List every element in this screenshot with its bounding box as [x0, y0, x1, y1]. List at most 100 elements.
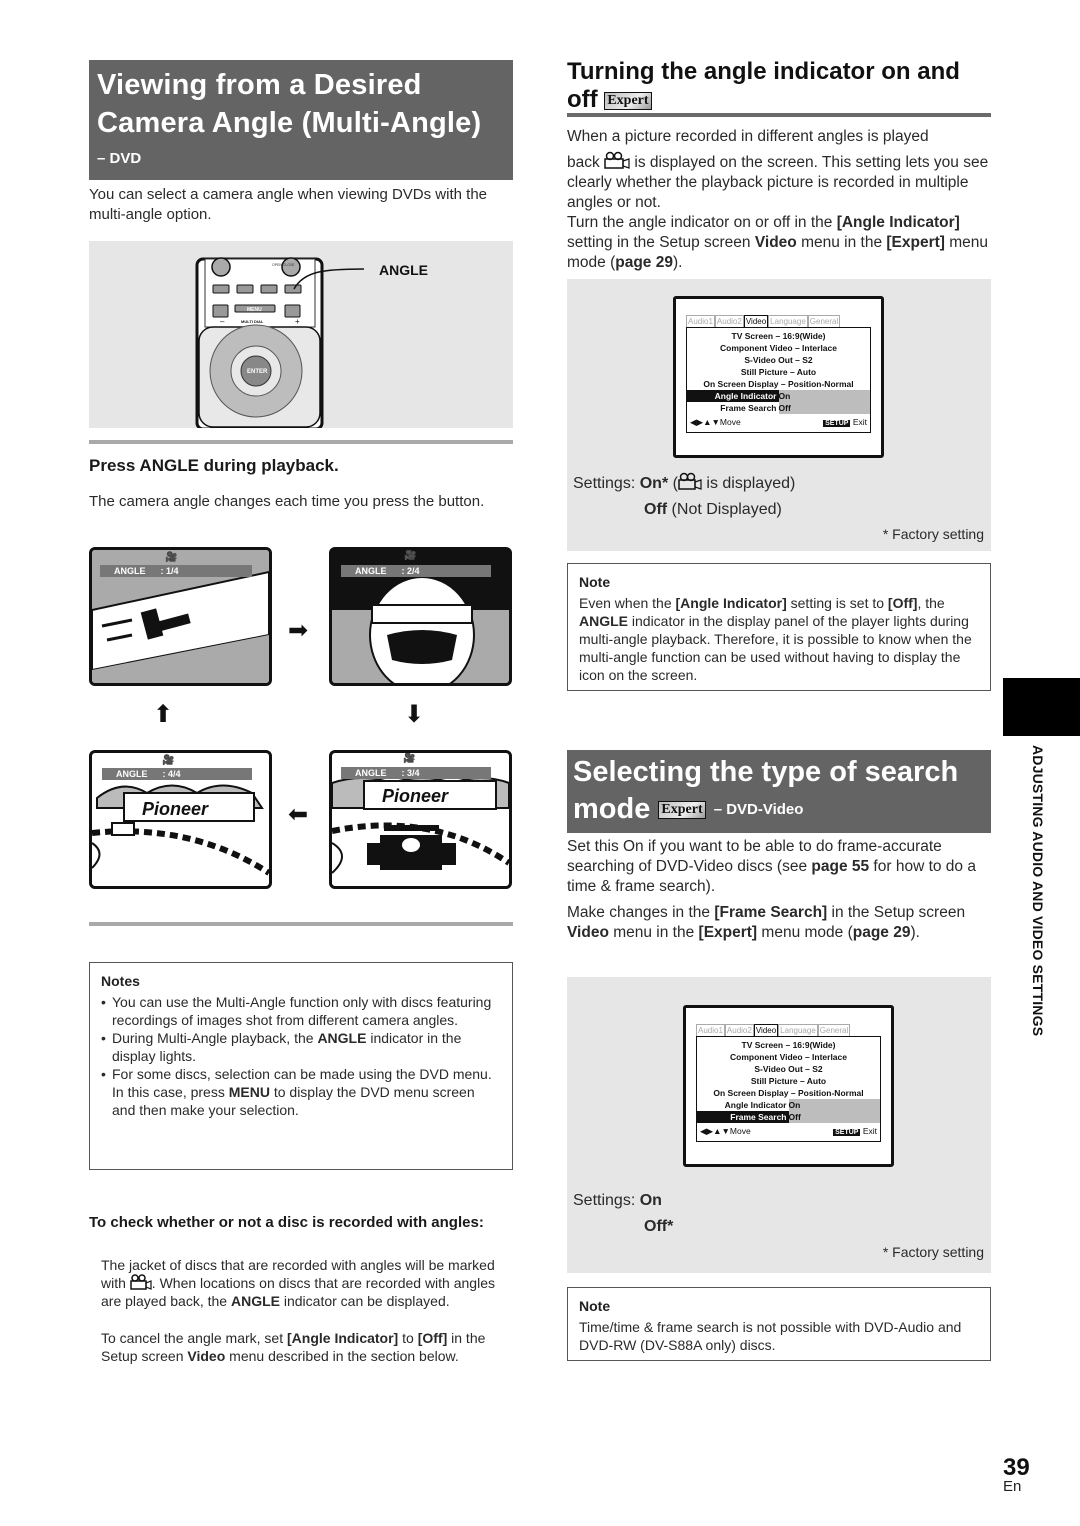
- osd-label: ANGLE: [114, 566, 146, 576]
- menu-row: TV Screen – 16:9(Wide): [731, 331, 826, 341]
- arrow-keys-icon: ◀▶▲▼: [690, 417, 720, 427]
- camera-angle-icon: [604, 151, 630, 169]
- setup-menu-screen: Audio1 Audio2 Video Language General TV …: [683, 1005, 894, 1167]
- expert-badge: Expert: [658, 801, 706, 819]
- svg-text:+: +: [295, 317, 300, 326]
- angle-indicator-intro: When a picture recorded in different ang…: [567, 128, 989, 271]
- title-line-1: Turning the angle indicator on and: [567, 58, 960, 85]
- arrow-keys-icon: ◀▶▲▼: [700, 1126, 730, 1136]
- setup-button: [212, 304, 229, 318]
- menu-row-frame-search: Frame Search Off: [687, 402, 870, 414]
- check-heading: To check whether or not a disc is record…: [89, 1214, 484, 1231]
- menu-row: Still Picture – Auto: [750, 1076, 827, 1086]
- setup-key-icon: SETUP: [823, 420, 851, 427]
- osd-bar: ANGLE : 3/4: [341, 767, 491, 779]
- title-line-1: Viewing from a Desired: [97, 69, 422, 101]
- osd-value: : 4/4: [162, 769, 181, 779]
- notes-box: Notes • You can use the Multi-Angle funct…: [89, 962, 513, 1170]
- osd-label: ANGLE: [116, 769, 148, 779]
- divider: [89, 440, 513, 444]
- display-button: [212, 284, 230, 294]
- svg-text:MULTI DIAL: MULTI DIAL: [241, 319, 264, 324]
- camera-angle-icon: [130, 1274, 152, 1290]
- section-title-angle-indicator: Turning the angle indicator on and off E…: [567, 58, 991, 114]
- tab-general: General: [817, 1024, 851, 1036]
- arrow-right-icon: ➡: [288, 617, 309, 644]
- tab-audio2: Audio2: [724, 1024, 754, 1036]
- setup-tabs: Audio1 Audio2 Video Language General: [686, 315, 871, 327]
- tab-language: Language: [778, 1024, 818, 1036]
- arrow-left-icon: ⬅: [288, 801, 309, 828]
- notes-heading: Notes: [101, 973, 140, 989]
- title-suffix-dvd-video: – DVD-Video: [713, 801, 804, 818]
- setup-tabs: Audio1 Audio2 Video Language General: [696, 1024, 881, 1036]
- svg-text:–: –: [220, 317, 225, 326]
- menu-row: On Screen Display – Position-Normal: [703, 379, 854, 389]
- open-close-label: OPEN/CLOSE: [272, 263, 295, 267]
- menu-row: On Screen Display – Position-Normal: [713, 1088, 864, 1098]
- angle-indicator-settings-panel: Audio1 Audio2 Video Language General TV …: [567, 279, 991, 551]
- tab-audio1: Audio1: [686, 315, 715, 327]
- pioneer-logo: Pioneer: [142, 799, 209, 819]
- camera-angle-icon: [678, 472, 702, 490]
- angle-callout-label: ANGLE: [379, 262, 428, 278]
- osd-bar: ANGLE : 2/4: [341, 565, 491, 577]
- search-mode-note: Note Time/time & frame search is not pos…: [567, 1287, 991, 1361]
- camera-angle-icon: 🎥: [404, 550, 417, 561]
- menu-row: TV Screen – 16:9(Wide): [741, 1040, 836, 1050]
- angle-screen-2: 🎥 ANGLE : 2/4: [329, 547, 512, 686]
- page-language: En: [1003, 1478, 1022, 1495]
- arrow-down-icon: ⬇: [404, 701, 425, 728]
- chapter-title-vertical: ADJUSTING AUDIO AND VIDEO SETTINGS: [1030, 745, 1046, 1037]
- tab-audio1: Audio1: [696, 1024, 725, 1036]
- menu-row: Component Video – Interlace: [720, 343, 837, 353]
- camera-angle-icon: 🎥: [162, 755, 175, 766]
- menu-row-frame-search: Frame Search Off: [697, 1111, 880, 1123]
- step-text: The camera angle changes each time you p…: [89, 493, 485, 510]
- note-text: Even when the [Angle Indicator] setting …: [579, 595, 972, 683]
- svg-text:ENTER: ENTER: [247, 369, 268, 375]
- menu-row-angle-indicator: Angle Indicator On: [697, 1099, 880, 1111]
- title-line-2: mode Expert – DVD-Video: [573, 793, 804, 825]
- menu-row: S-Video Out – S2: [744, 355, 813, 365]
- settings-options: Settings: On* ( is displayed) Off (Not D…: [573, 471, 795, 523]
- remote-illustration: OPEN/CLOSE MENU MULTI DIAL – + ENTER ANG…: [89, 241, 513, 431]
- setup-menu-screen: Audio1 Audio2 Video Language General TV …: [673, 296, 884, 458]
- menu-row-angle-indicator: Angle Indicator On: [687, 390, 870, 402]
- subtitle-button: [260, 284, 278, 294]
- tab-general: General: [807, 315, 841, 327]
- tab-audio2: Audio2: [714, 315, 744, 327]
- search-mode-settings-panel: Audio1 Audio2 Video Language General TV …: [567, 977, 991, 1273]
- tab-video: Video: [743, 315, 769, 327]
- note-text: Time/time & frame search is not possible…: [579, 1319, 962, 1353]
- note-heading: Note: [579, 1298, 611, 1314]
- arrow-up-icon: ⬆: [153, 701, 174, 728]
- camera-angle-icon: 🎥: [403, 753, 416, 764]
- title-line-2: off: [567, 86, 598, 113]
- note-heading: Note: [579, 574, 611, 590]
- angle-screen-4: Pioneer 🎥 ANGLE : 4/4: [89, 750, 272, 889]
- title-line-2: Camera Angle (Multi-Angle): [97, 107, 482, 139]
- note-item: • You can use the Multi-Angle function on…: [101, 994, 492, 1028]
- menu-footer: ◀▶▲▼Move SETUP Exit: [690, 417, 867, 427]
- chapter-tab-marker: [1003, 678, 1080, 736]
- osd-value: : 2/4: [401, 566, 420, 576]
- tab-video: Video: [753, 1024, 779, 1036]
- note-extra: In this case, press MENU to display the …: [112, 1084, 475, 1118]
- audio-button: [236, 284, 254, 294]
- eject-icon: [281, 257, 301, 277]
- setup-menu-body: TV Screen – 16:9(Wide) Component Video –…: [696, 1036, 881, 1142]
- remote-control-drawing: OPEN/CLOSE MENU MULTI DIAL – + ENTER: [195, 257, 365, 431]
- factory-setting-note: * Factory setting: [882, 1244, 984, 1260]
- search-mode-paragraph-2: Make changes in the [Frame Search] in th…: [567, 904, 966, 941]
- factory-setting-note: * Factory setting: [882, 526, 984, 542]
- angle-screen-1: 🎥 ANGLE : 1/4: [89, 547, 272, 686]
- svg-text:MENU: MENU: [247, 307, 262, 313]
- osd-label: ANGLE: [355, 768, 387, 778]
- setup-menu-body: TV Screen – 16:9(Wide) Component Video –…: [686, 327, 871, 433]
- settings-options: Settings: On Off*: [573, 1192, 674, 1235]
- tab-language: Language: [768, 315, 808, 327]
- title-subtitle-dvd: – DVD: [97, 150, 142, 167]
- osd-bar: ANGLE : 4/4: [102, 768, 252, 780]
- expert-badge: Expert: [604, 92, 652, 110]
